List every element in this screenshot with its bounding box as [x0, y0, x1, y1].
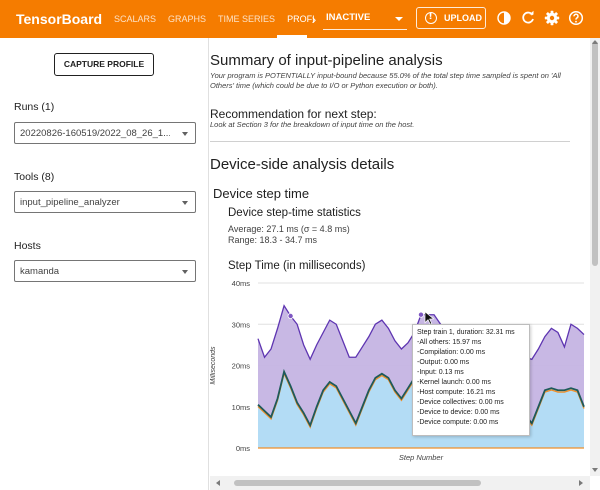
data-point [417, 311, 424, 318]
runs-label: Runs (1) [14, 101, 55, 113]
info-icon [425, 12, 437, 24]
scroll-down-arrow-icon[interactable] [592, 468, 598, 472]
tooltip-line: -Device to device: 0.00 ms [417, 409, 500, 416]
tooltip-line: -Device collectives: 0.00 ms [417, 399, 504, 406]
inactive-plugins-dropdown[interactable]: INACTIVE [323, 8, 407, 30]
tooltip-line: -Kernel launch: 0.00 ms [417, 379, 491, 386]
tooltip-line: -Output: 0.00 ms [417, 359, 470, 366]
main-content: Summary of input-pipeline analysis Your … [210, 38, 590, 476]
settings-icon[interactable] [544, 10, 560, 26]
data-point [287, 313, 294, 320]
scroll-up-arrow-icon[interactable] [592, 40, 598, 44]
runs-dropdown-value: 20220826-160519/2022_08_26_1... [20, 128, 170, 139]
vertical-scroll-thumb[interactable] [592, 41, 598, 266]
device-analysis-title: Device-side analysis details [210, 156, 395, 173]
hosts-dropdown[interactable]: kamanda [14, 260, 196, 282]
y-tick-label: 0ms [236, 444, 250, 453]
top-bar: TensorBoard SCALARS GRAPHS TIME SERIES P… [0, 0, 600, 38]
tab-time-series[interactable]: TIME SERIES [212, 0, 281, 38]
y-tick-label: 40ms [232, 279, 251, 288]
tools-dropdown[interactable]: input_pipeline_analyzer [14, 191, 196, 213]
y-tick-label: 10ms [232, 403, 251, 412]
refresh-icon[interactable] [520, 10, 536, 26]
plugin-tabs: SCALARS GRAPHS TIME SERIES PROFI [108, 0, 321, 38]
tab-graphs[interactable]: GRAPHS [162, 0, 212, 38]
dropdown-arrow-icon [182, 201, 188, 205]
tooltip-line: Step train 1, duration: 32.31 ms [417, 329, 515, 336]
horizontal-scrollbar[interactable] [210, 476, 590, 490]
inactive-dropdown-value: INACTIVE [326, 12, 371, 23]
dropdown-arrow-icon [182, 132, 188, 136]
summary-text: Your program is POTENTIALLY input-bound … [210, 71, 561, 90]
tab-scalars[interactable]: SCALARS [108, 0, 162, 38]
upload-button[interactable]: UPLOAD [416, 7, 486, 29]
tensorboard-app: TensorBoard SCALARS GRAPHS TIME SERIES P… [0, 0, 600, 490]
tooltip-line: -All others: 15.97 ms [417, 339, 482, 346]
average-stat: Average: 27.1 ms (σ = 4.8 ms) [228, 224, 350, 234]
vertical-scrollbar[interactable] [590, 38, 600, 476]
help-icon[interactable] [568, 10, 584, 26]
summary-title: Summary of input-pipeline analysis [210, 52, 443, 69]
brand-title: TensorBoard [16, 11, 103, 27]
tooltip-line: -Compilation: 0.00 ms [417, 349, 486, 356]
y-tick-label: 30ms [232, 320, 251, 329]
dark-mode-icon[interactable] [496, 10, 512, 26]
recommendation-title: Recommendation for next step: [210, 107, 377, 121]
scroll-left-arrow-icon[interactable] [216, 480, 220, 486]
hosts-dropdown-value: kamanda [20, 266, 60, 277]
chevron-right-icon[interactable]: › [305, 0, 323, 38]
scroll-right-arrow-icon[interactable] [579, 480, 583, 486]
tooltip-line: -Input: 0.13 ms [417, 369, 464, 376]
hosts-label: Hosts [14, 240, 41, 252]
tools-dropdown-value: input_pipeline_analyzer [20, 197, 120, 208]
range-stat: Range: 18.3 - 34.7 ms [228, 235, 318, 245]
step-time-chart[interactable]: 0ms 10ms 20ms 30ms 40ms Milliseconds Step Numb… [210, 273, 590, 463]
section-divider [210, 141, 570, 142]
recommendation-text: Look at Section 3 for the breakdown of i… [210, 120, 415, 129]
tooltip-line: -Host compute: 16.21 ms [417, 389, 496, 396]
x-axis-label: Step Number [399, 453, 444, 462]
dropdown-arrow-icon [395, 17, 403, 21]
capture-profile-button[interactable]: CAPTURE PROFILE [54, 53, 154, 76]
chart-title: Step Time (in milliseconds) [228, 260, 366, 272]
sidebar: CAPTURE PROFILE Runs (1) 20220826-160519… [0, 38, 209, 490]
dropdown-arrow-icon [182, 270, 188, 274]
horizontal-scroll-thumb[interactable] [234, 480, 481, 486]
step-tooltip: Step train 1, duration: 32.31 ms -All oth… [412, 324, 530, 436]
runs-dropdown[interactable]: 20220826-160519/2022_08_26_1... [14, 122, 196, 144]
tooltip-line: -Device compute: 0.00 ms [417, 419, 499, 426]
y-tick-label: 20ms [232, 362, 251, 371]
tools-label: Tools (8) [14, 171, 55, 183]
step-time-stats-title: Device step-time statistics [228, 207, 361, 219]
device-step-time-title: Device step time [213, 186, 310, 201]
upload-label: UPLOAD [444, 13, 482, 23]
y-axis-label: Milliseconds [210, 346, 217, 385]
